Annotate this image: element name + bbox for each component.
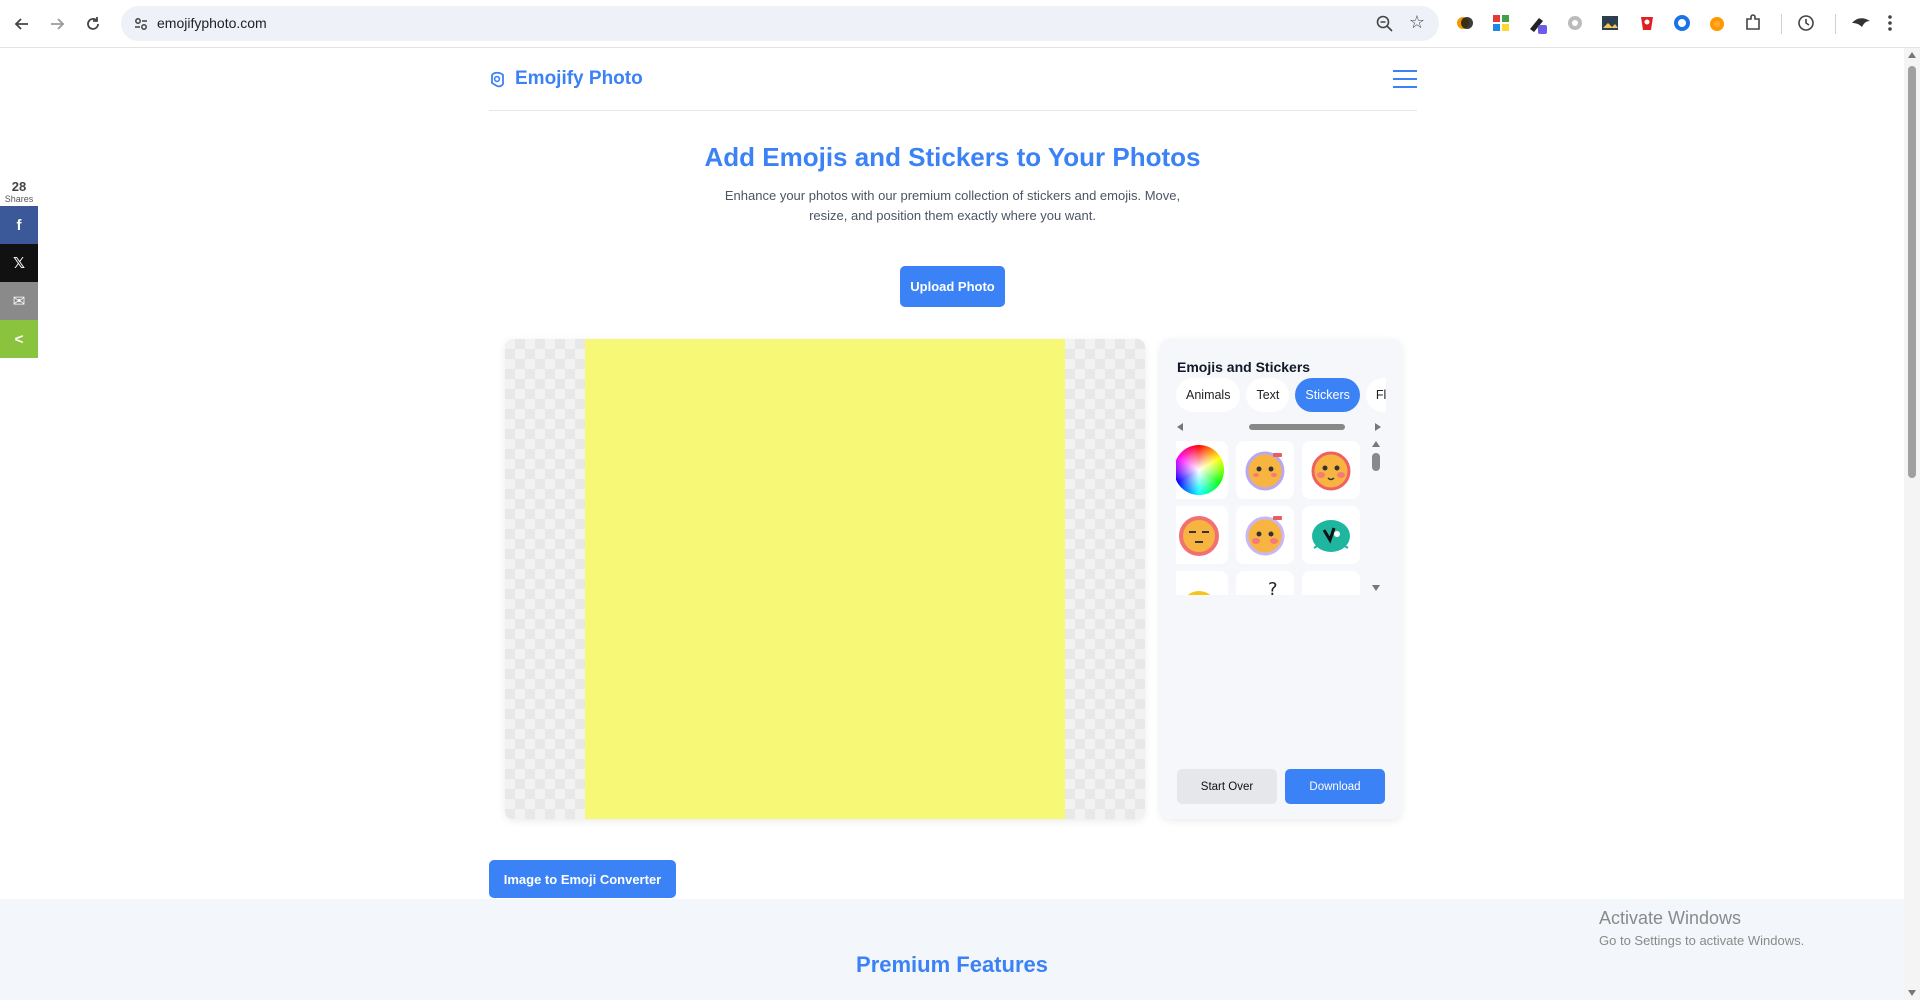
reload-icon: [87, 17, 99, 30]
sticker-grid: ?: [1176, 439, 1376, 595]
fire-face-icon: [1306, 575, 1356, 595]
address-bar[interactable]: emojifyphoto.com ☆: [121, 6, 1439, 41]
windows-activation-watermark: Activate Windows Go to Settings to activ…: [1599, 908, 1804, 948]
scroll-left-arrow-icon[interactable]: [1177, 423, 1183, 431]
sticker-panel: Emojis and Stickers Animals Text Stickers F…: [1160, 339, 1402, 819]
color-wheel-icon: [1176, 445, 1224, 495]
upload-photo-button[interactable]: Upload Photo: [900, 266, 1005, 307]
panel-title: Emojis and Stickers: [1177, 359, 1311, 375]
camera-logo-icon: [491, 71, 504, 88]
image-to-emoji-converter-button[interactable]: Image to Emoji Converter: [489, 860, 676, 898]
reload-button[interactable]: [79, 10, 107, 38]
thinking-question-icon: ?: [1268, 579, 1278, 595]
sleepy-face-icon: [1179, 516, 1219, 556]
tab-text[interactable]: Text: [1246, 378, 1290, 412]
share-button-email[interactable]: ✉: [0, 282, 38, 320]
scroll-down-arrow-icon[interactable]: [1372, 585, 1380, 591]
extension-pen-icon[interactable]: [1527, 13, 1547, 34]
tabs-scrollbar-thumb[interactable]: [1249, 424, 1345, 430]
scroll-up-arrow-icon[interactable]: [1908, 52, 1916, 58]
teal-face-sticker[interactable]: [1302, 506, 1360, 564]
photo-canvas[interactable]: [505, 339, 1145, 819]
forward-arrow-icon: [51, 18, 65, 30]
thinking-question-sticker[interactable]: ?: [1236, 571, 1294, 595]
blushing-face-icon: [1245, 451, 1285, 491]
extensions-puzzle-icon[interactable]: [1743, 13, 1763, 33]
page-title: Add Emojis and Stickers to Your Photos: [704, 142, 1201, 172]
share-icon: <: [14, 330, 24, 348]
profile-bird-icon[interactable]: [1850, 13, 1870, 33]
page-subtitle: Enhance your photos with our premium col…: [724, 188, 1181, 223]
blushing-face-sticker[interactable]: [1236, 441, 1294, 499]
share-button-share[interactable]: <: [0, 320, 38, 358]
extension-blue-icon[interactable]: [1672, 13, 1692, 33]
red-cheeks-face-icon: [1311, 451, 1351, 491]
download-button[interactable]: Download: [1285, 769, 1385, 804]
share-button-x[interactable]: 𝕏: [0, 244, 38, 282]
tabs-scrollbar[interactable]: [1177, 422, 1381, 434]
category-tabs: AnimalsTextStickersFlags: [1176, 378, 1386, 412]
shy-face-icon: [1245, 516, 1285, 556]
back-arrow-icon: [14, 18, 28, 30]
features-title: Premium Features: [856, 952, 1048, 977]
tab-animals[interactable]: Animals: [1176, 378, 1241, 412]
extension-grid-icon[interactable]: [1491, 13, 1511, 33]
toolbar-divider: [1835, 14, 1836, 34]
site-settings-icon[interactable]: [133, 16, 149, 32]
extension-gray-icon[interactable]: [1565, 13, 1585, 33]
share-count-label: Shares: [4, 194, 34, 204]
color-wheel-sticker[interactable]: [1176, 441, 1228, 499]
share-count-number: 28: [11, 179, 27, 194]
x-icon: 𝕏: [12, 255, 26, 272]
watermark-line-2: Go to Settings to activate Windows.: [1599, 933, 1805, 948]
scroll-right-arrow-icon[interactable]: [1375, 423, 1381, 431]
site-logo[interactable]: Emojify Photo: [489, 68, 643, 90]
share-sidebar: 28 Shares f 𝕏 ✉ <: [0, 180, 38, 358]
shy-face-sticker[interactable]: [1236, 506, 1294, 564]
sticker-grid-scrollbar[interactable]: [1371, 441, 1381, 591]
big-eyes-sticker[interactable]: [1176, 571, 1228, 595]
scroll-down-arrow-icon[interactable]: [1908, 990, 1916, 996]
browser-toolbar: emojifyphoto.com ☆: [0, 0, 1920, 48]
sleepy-face-sticker[interactable]: [1176, 506, 1228, 564]
extension-red-icon[interactable]: [1637, 13, 1657, 33]
big-eyes-icon: [1187, 591, 1211, 595]
zoom-icon[interactable]: [1375, 14, 1395, 34]
extension-circle-icon[interactable]: [1455, 13, 1475, 33]
site-header: Emojify Photo: [489, 48, 1417, 111]
history-icon[interactable]: [1796, 13, 1816, 33]
sticker-scrollbar-thumb[interactable]: [1372, 453, 1380, 471]
extension-photo-icon[interactable]: [1600, 13, 1620, 33]
scroll-up-arrow-icon[interactable]: [1372, 441, 1380, 447]
teal-face-icon: [1312, 520, 1350, 552]
page-scrollbar[interactable]: [1904, 48, 1920, 1000]
svg-text:?: ?: [1268, 579, 1278, 595]
bookmark-star-icon[interactable]: ☆: [1409, 12, 1425, 33]
back-button[interactable]: [8, 10, 36, 38]
facebook-icon: f: [16, 216, 22, 234]
share-button-facebook[interactable]: f: [0, 206, 38, 244]
red-cheeks-face-sticker[interactable]: [1302, 441, 1360, 499]
share-count: 28 Shares: [0, 180, 38, 206]
canvas-image[interactable]: [585, 339, 1065, 819]
hamburger-menu-icon[interactable]: [1393, 70, 1417, 88]
fire-face-sticker[interactable]: [1302, 571, 1360, 595]
email-icon: ✉: [12, 293, 26, 310]
forward-button[interactable]: [43, 10, 71, 38]
watermark-line-1: Activate Windows: [1599, 908, 1742, 928]
tab-flags[interactable]: Flags: [1365, 378, 1386, 412]
url-text[interactable]: emojifyphoto.com: [157, 15, 267, 31]
start-over-button[interactable]: Start Over: [1177, 769, 1277, 804]
page-scrollbar-thumb[interactable]: [1908, 66, 1916, 478]
tab-stickers[interactable]: Stickers: [1295, 378, 1360, 412]
browser-menu-icon[interactable]: [1887, 13, 1899, 33]
brand-name: Emojify Photo: [515, 68, 643, 89]
toolbar-divider: [1781, 14, 1782, 34]
extension-orange-icon[interactable]: [1707, 13, 1727, 33]
